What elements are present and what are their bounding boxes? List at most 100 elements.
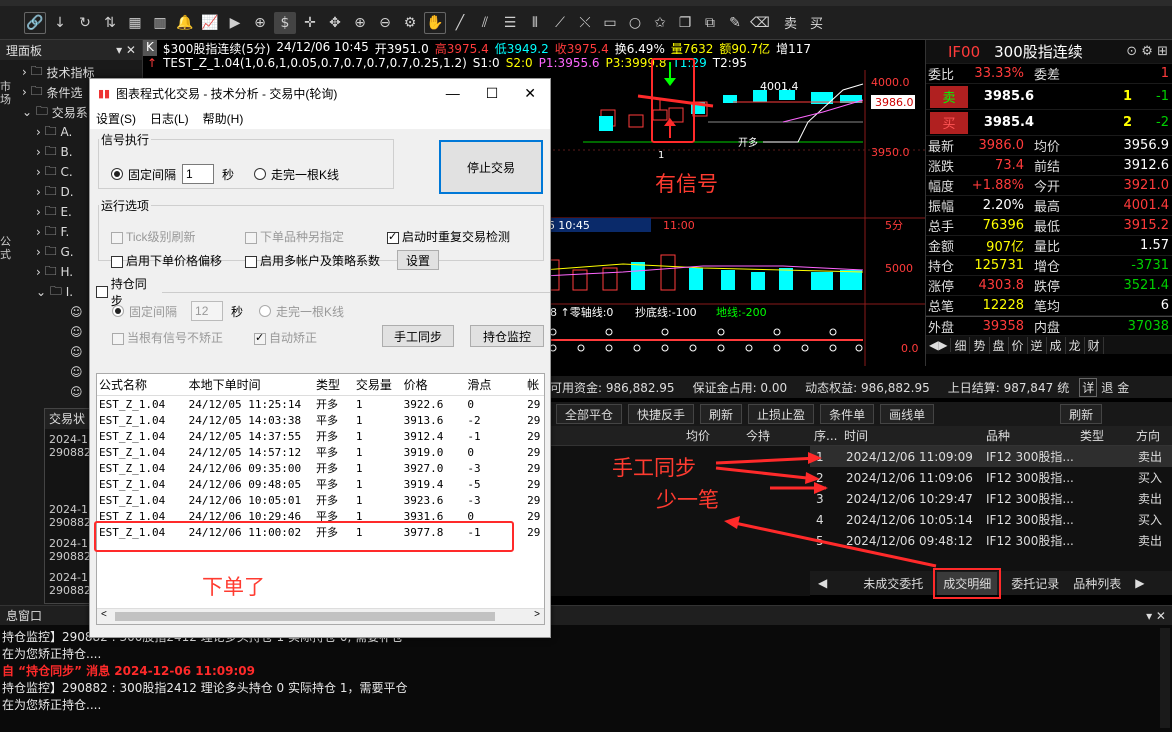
- deal-row[interactable]: 4 2024/12/06 10:05:14 IF12 300股指... 买入: [810, 509, 1172, 530]
- quick-reverse-button[interactable]: 快捷反手: [628, 404, 695, 424]
- menu-settings[interactable]: 设置(S): [96, 110, 136, 127]
- stop-loss-button[interactable]: 止损止盈: [748, 404, 815, 424]
- move-icon[interactable]: ✥: [324, 12, 346, 34]
- rect-icon[interactable]: ▭: [599, 12, 621, 34]
- zoom-in-icon[interactable]: ⊕: [349, 12, 371, 34]
- quote-tab[interactable]: 成: [1047, 336, 1066, 354]
- kline-complete-radio[interactable]: [254, 168, 267, 180]
- quote-tab[interactable]: 盘: [990, 336, 1009, 354]
- maximize-icon[interactable]: ☐: [486, 85, 499, 102]
- circle-icon[interactable]: ○: [624, 12, 646, 34]
- close-icon[interactable]: ✕: [524, 85, 536, 102]
- quote-tab[interactable]: 势: [970, 336, 990, 354]
- stop-trading-button[interactable]: 停止交易: [439, 140, 543, 194]
- condition-order-button[interactable]: 条件单: [820, 404, 875, 424]
- quote-tab[interactable]: 逆: [1028, 336, 1047, 354]
- exit-button[interactable]: 退: [1101, 379, 1113, 396]
- position-monitor-button[interactable]: 持仓监控: [470, 325, 544, 347]
- buy-toolbar-button[interactable]: 买: [810, 13, 823, 32]
- quote-tab[interactable]: 龙: [1066, 336, 1085, 354]
- scroll-thumb[interactable]: [115, 612, 495, 621]
- star-icon[interactable]: ✩: [649, 12, 671, 34]
- quote-tab[interactable]: 价: [1009, 336, 1028, 354]
- sell-toolbar-button[interactable]: 卖: [784, 13, 797, 32]
- quote-tab[interactable]: 财: [1085, 336, 1104, 354]
- order-log-row[interactable]: EST_Z_1.04 24/12/05 11:25:14 开多 1 3922.6 0 29: [97, 396, 544, 412]
- zoom-out-icon[interactable]: ⊖: [374, 12, 396, 34]
- layout-icon[interactable]: ▦: [124, 12, 146, 34]
- quote-buy-row[interactable]: 买 3985.4 2 -2: [926, 110, 1172, 136]
- bar-chart-icon[interactable]: ▥: [149, 12, 171, 34]
- quote-tab[interactable]: 细: [951, 336, 971, 354]
- order-log-row[interactable]: EST_Z_1.04 24/12/05 14:03:38 平多 1 3913.6 -2 29: [97, 412, 544, 428]
- order-log-row[interactable]: EST_Z_1.04 24/12/05 14:57:12 平多 1 3919.0 0 29: [97, 444, 544, 460]
- bars-icon[interactable]: ⦀: [524, 12, 546, 34]
- interval-input[interactable]: 1: [182, 164, 215, 184]
- price-offset-checkbox[interactable]: [111, 255, 123, 268]
- line-order-button[interactable]: 画线单: [880, 404, 935, 424]
- trend-icon[interactable]: 📈: [199, 12, 221, 34]
- sort-icon[interactable]: ⇅: [99, 12, 121, 34]
- gold-button[interactable]: 金: [1117, 379, 1129, 396]
- scroll-right-icon[interactable]: >: [534, 609, 540, 620]
- deal-row[interactable]: 1 2024/12/06 11:09:09 IF12 300股指... 卖出: [810, 446, 1172, 467]
- no-correct-checkbox[interactable]: [112, 332, 124, 345]
- window-icon[interactable]: ⧉: [699, 12, 721, 34]
- message-scrollbar[interactable]: [1160, 628, 1170, 728]
- line-tool-icon[interactable]: ╱: [449, 12, 471, 34]
- pin-close-icon[interactable]: ▾ ✕: [1146, 609, 1166, 623]
- fan-icon[interactable]: ⟋: [549, 12, 571, 34]
- quote-sell-row[interactable]: 卖 3985.6 1 -1: [926, 84, 1172, 110]
- horizontal-scrollbar[interactable]: < >: [97, 608, 544, 624]
- cross-line-icon[interactable]: ⤬: [574, 12, 596, 34]
- deal-row[interactable]: 2 2024/12/06 11:09:06 IF12 300股指... 买入: [810, 467, 1172, 488]
- bell-icon[interactable]: 🔔: [174, 12, 196, 34]
- deal-row[interactable]: 3 2024/12/06 10:29:47 IF12 300股指... 卖出: [810, 488, 1172, 509]
- start-check-checkbox[interactable]: [387, 230, 399, 244]
- quote-tab-prev[interactable]: ◀▶: [926, 338, 952, 352]
- auto-correct-checkbox[interactable]: [254, 331, 266, 345]
- order-specify-checkbox[interactable]: [245, 231, 257, 244]
- fixed-interval-radio[interactable]: [111, 168, 123, 180]
- refresh-deals-button[interactable]: 刷新: [1060, 404, 1103, 424]
- sync-fixed-radio[interactable]: [112, 305, 124, 317]
- order-log-row[interactable]: EST_Z_1.04 24/12/05 14:37:55 开多 1 3912.4 -1 29: [97, 428, 544, 444]
- deal-row[interactable]: 5 2024/12/06 09:48:12 IF12 300股指... 卖出: [810, 530, 1172, 551]
- quote-header-icons[interactable]: ⊙ ⚙ ⊞: [1126, 44, 1172, 59]
- sync-kline-radio[interactable]: [259, 305, 272, 317]
- fib-icon[interactable]: ☰: [499, 12, 521, 34]
- download-icon[interactable]: ↓: [49, 12, 71, 34]
- add-icon[interactable]: ⊕: [249, 12, 271, 34]
- manual-sync-button[interactable]: 手工同步: [382, 325, 454, 347]
- tab-product-list[interactable]: 品种列表: [1073, 575, 1121, 592]
- hand-icon[interactable]: ✋: [424, 11, 446, 34]
- pen-icon[interactable]: ✎: [724, 12, 746, 34]
- channel-icon[interactable]: ⫽: [474, 12, 496, 34]
- scroll-left-icon[interactable]: <: [101, 609, 107, 620]
- menu-log[interactable]: 日志(L): [150, 110, 189, 127]
- gear-icon[interactable]: ⚙: [399, 12, 421, 34]
- eraser-icon[interactable]: ⌫: [749, 12, 771, 34]
- tab-order-records[interactable]: 委托记录: [1011, 575, 1059, 592]
- play-icon[interactable]: ▶: [224, 12, 246, 34]
- order-log-row[interactable]: EST_Z_1.04 24/12/06 10:05:01 开多 1 3923.6 -3 29: [97, 492, 544, 508]
- menu-help[interactable]: 帮助(H): [203, 110, 244, 127]
- side-tab-formula[interactable]: 公式: [0, 235, 11, 261]
- detail-button[interactable]: 详: [1079, 377, 1098, 397]
- sync-interval-input[interactable]: 12: [191, 301, 224, 321]
- pin-icon[interactable]: ▾ ✕: [116, 43, 136, 57]
- scroll-right-icon[interactable]: ▶: [1135, 576, 1144, 590]
- side-tab-market[interactable]: 市场: [0, 80, 11, 106]
- refresh-button[interactable]: 刷新: [700, 404, 743, 424]
- refresh-icon[interactable]: ↻: [74, 12, 96, 34]
- copy-icon[interactable]: ❐: [674, 12, 696, 34]
- close-all-button[interactable]: 全部平仓: [556, 404, 623, 424]
- scroll-left-icon[interactable]: ◀: [818, 576, 827, 590]
- sys-button[interactable]: 统: [1057, 379, 1069, 396]
- dollar-icon[interactable]: $: [274, 11, 296, 34]
- tab-pending-orders[interactable]: 未成交委托: [863, 575, 923, 592]
- crosshair-icon[interactable]: ✛: [299, 12, 321, 34]
- link-icon[interactable]: 🔗: [24, 11, 46, 34]
- dialog-titlebar[interactable]: ▮▮ 图表程式化交易 - 技术分析 - 交易中(轮询) — ☐ ✕: [90, 79, 550, 107]
- multi-account-checkbox[interactable]: [245, 255, 257, 268]
